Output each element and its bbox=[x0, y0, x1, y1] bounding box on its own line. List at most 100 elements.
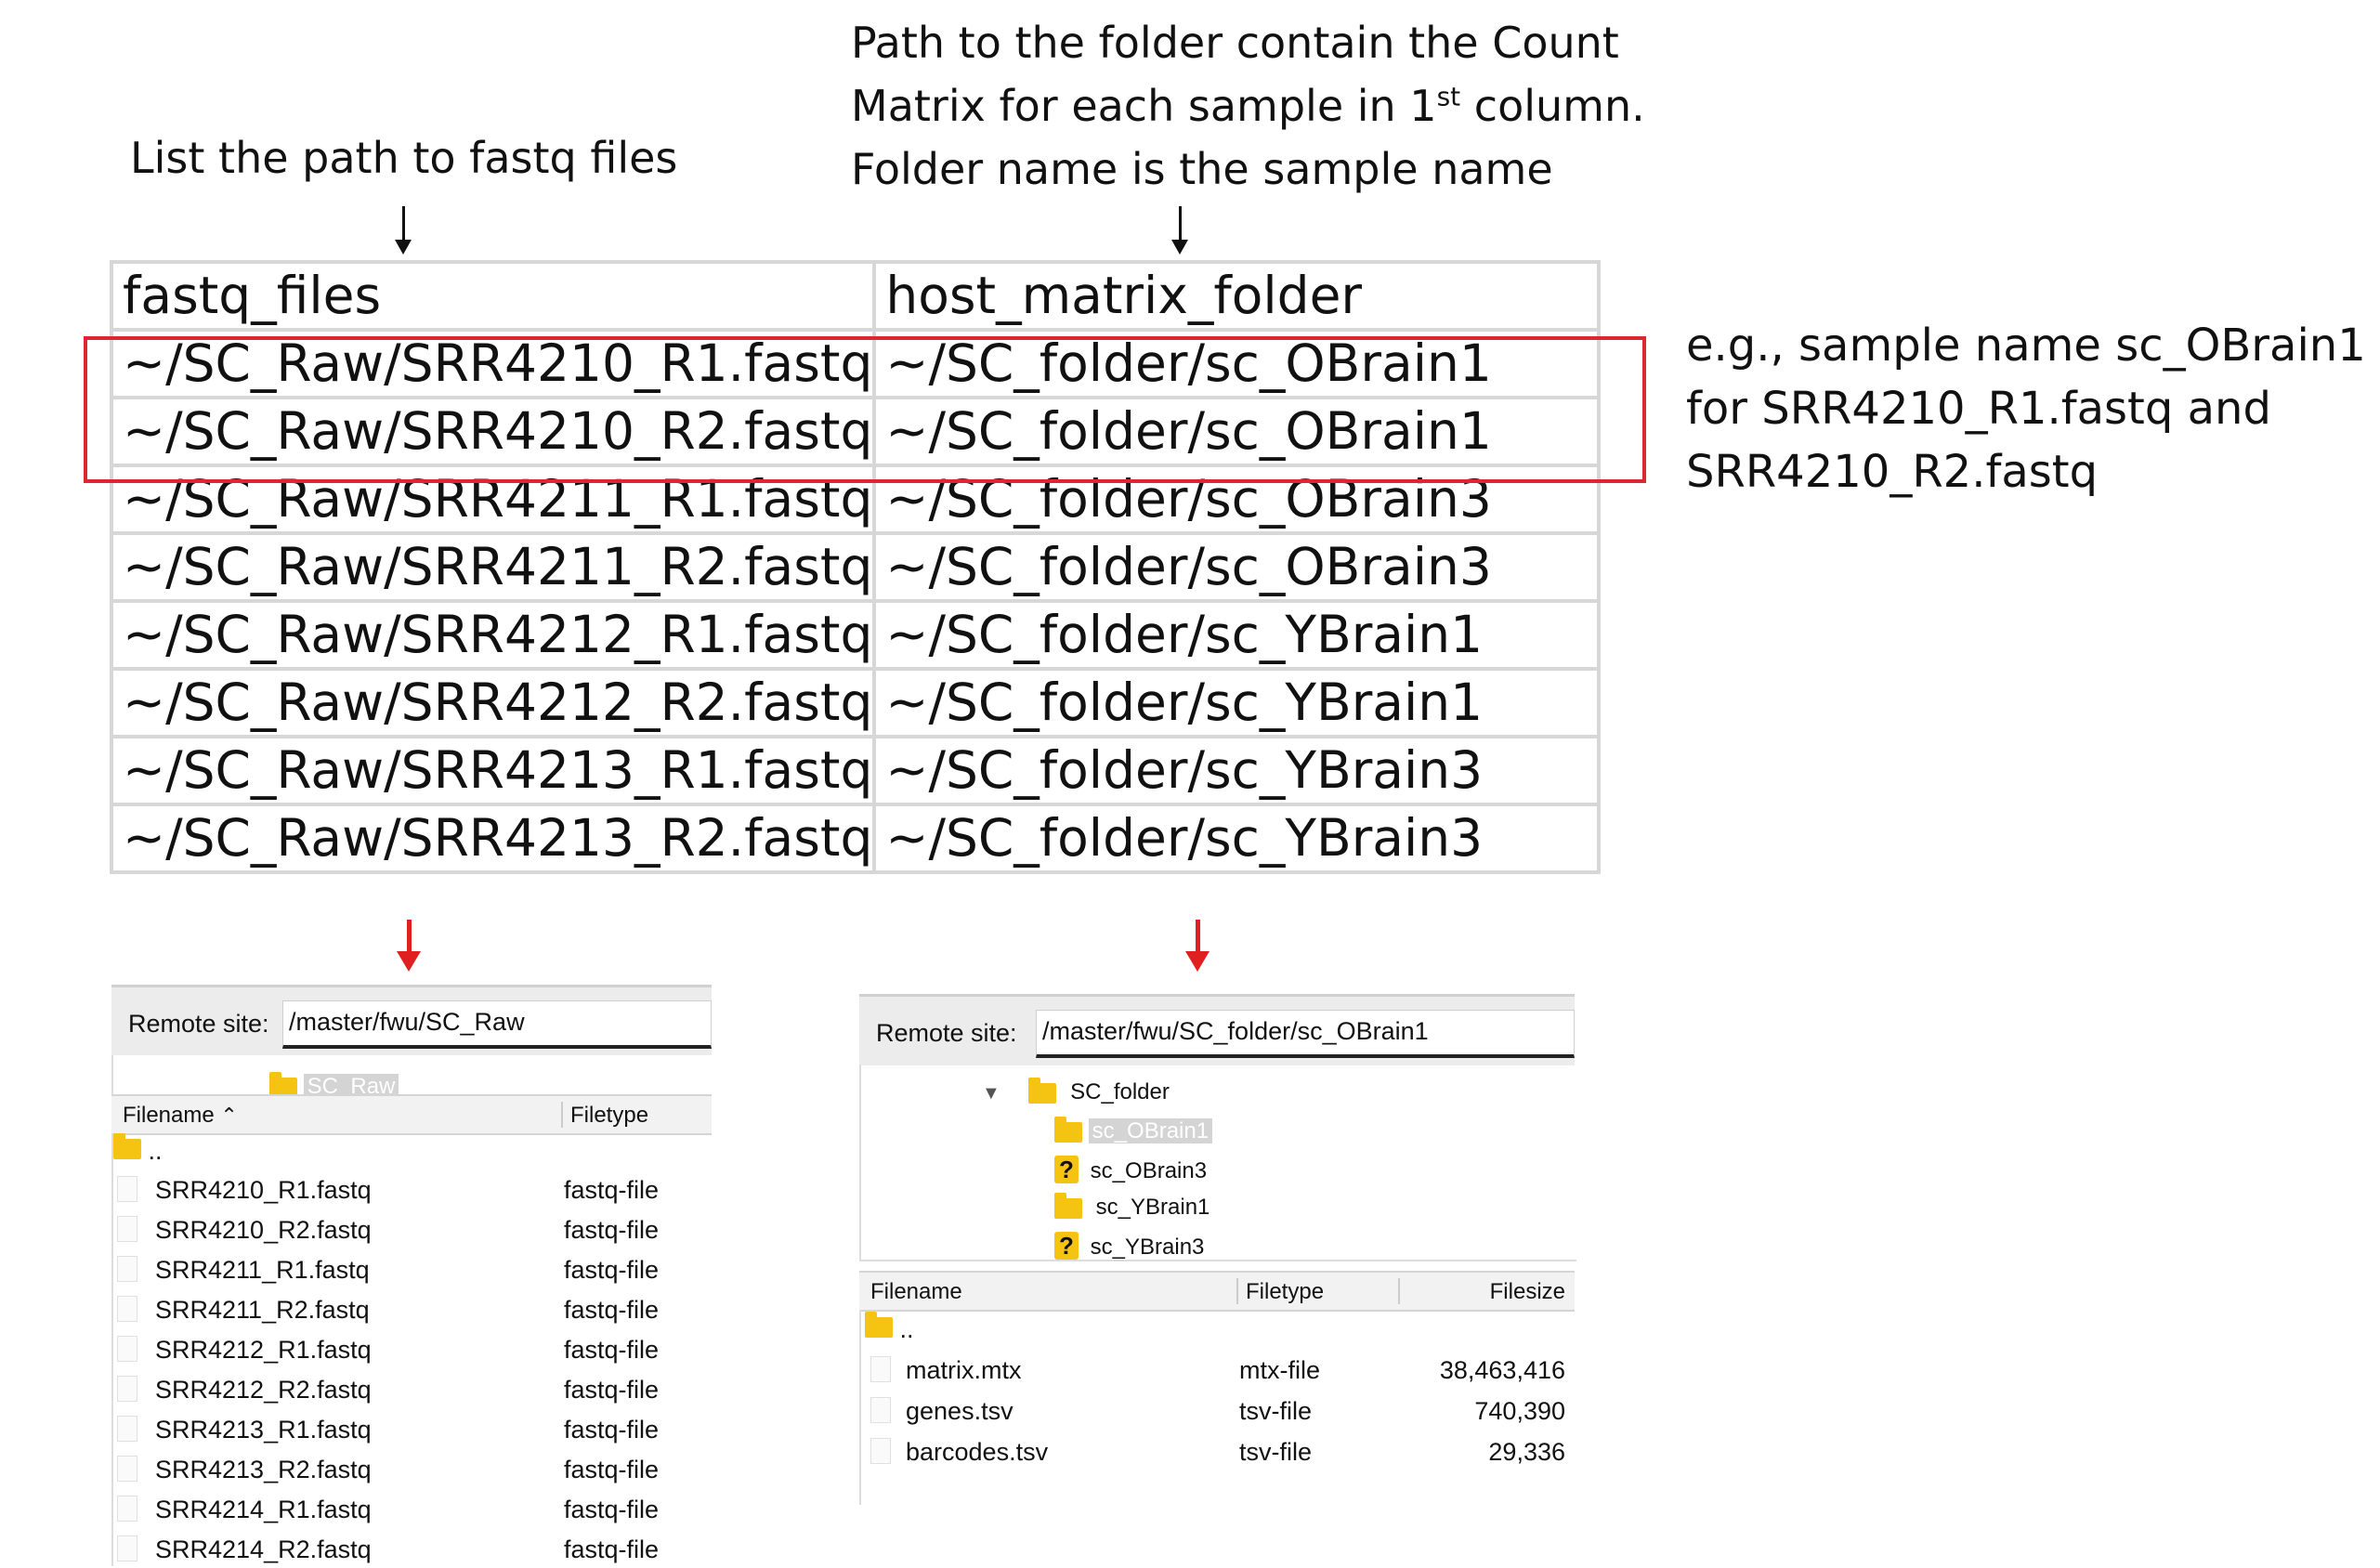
file-name: SRR4210_R1.fastq bbox=[155, 1176, 372, 1204]
tree-root-label: SC_folder bbox=[1070, 1079, 1170, 1104]
right-list-header: Filename Filetype Filesize bbox=[859, 1271, 1575, 1312]
remote-site-input[interactable]: /master/fwu/SC_folder/sc_OBrain1 bbox=[1036, 1010, 1575, 1058]
file-name: SRR4213_R2.fastq bbox=[155, 1456, 372, 1483]
table-cell[interactable]: ~/SC_Raw/SRR4213_R2.fastq bbox=[109, 803, 877, 874]
file-type: fastq-file bbox=[564, 1176, 660, 1204]
table-cell[interactable]: ~/SC_folder/sc_OBrain3 bbox=[872, 531, 1601, 603]
folder-icon bbox=[113, 1133, 141, 1159]
folder-icon bbox=[1054, 1192, 1082, 1219]
file-type: fastq-file bbox=[564, 1296, 660, 1324]
file-icon bbox=[870, 1438, 891, 1464]
tree-root-sc-folder[interactable]: ▼ SC_folder bbox=[982, 1077, 1170, 1105]
remote-site-input[interactable]: /master/fwu/SC_Raw bbox=[282, 1000, 712, 1049]
file-type: tsv-file bbox=[1239, 1438, 1313, 1466]
file-type: mtx-file bbox=[1239, 1356, 1320, 1384]
file-size: 740,390 bbox=[1474, 1397, 1565, 1425]
tree-item-sc-obrain1[interactable]: sc_OBrain1 bbox=[1054, 1116, 1213, 1144]
table-cell[interactable]: ~/SC_folder/sc_YBrain1 bbox=[872, 599, 1601, 671]
tree-item-sc-ybrain3[interactable]: ? sc_YBrain3 bbox=[1054, 1232, 1204, 1261]
file-type: fastq-file bbox=[564, 1456, 660, 1483]
list-item[interactable] bbox=[870, 1356, 891, 1389]
table-cell[interactable]: ~/SC_Raw/SRR4212_R1.fastq bbox=[109, 599, 877, 671]
parent-folder-row[interactable]: .. bbox=[865, 1312, 914, 1344]
column-filename[interactable]: Filename ⌃ bbox=[123, 1103, 238, 1129]
list-item[interactable] bbox=[117, 1535, 137, 1568]
right-file-browser: Remote site: /master/fwu/SC_folder/sc_OB… bbox=[859, 994, 1576, 1505]
right-site-bar: Remote site: /master/fwu/SC_folder/sc_OB… bbox=[859, 994, 1575, 1065]
file-name: matrix.mtx bbox=[906, 1356, 1022, 1384]
file-name: SRR4212_R2.fastq bbox=[155, 1376, 372, 1404]
list-item[interactable] bbox=[117, 1336, 137, 1368]
file-type: tsv-file bbox=[1239, 1397, 1313, 1425]
expand-triangle-icon[interactable]: ▼ bbox=[982, 1083, 1000, 1104]
tree-item-label: sc_OBrain1 bbox=[1088, 1118, 1213, 1143]
table-cell[interactable]: ~/SC_folder/sc_YBrain1 bbox=[872, 667, 1601, 738]
left-file-browser: Remote site: /master/fwu/SC_Raw SC_Raw F… bbox=[111, 985, 713, 1566]
file-type: fastq-file bbox=[564, 1535, 660, 1563]
file-type: fastq-file bbox=[564, 1376, 660, 1404]
list-item[interactable] bbox=[117, 1416, 137, 1448]
unknown-folder-icon: ? bbox=[1054, 1232, 1079, 1260]
right-heading: Path to the folder contain the Count Mat… bbox=[851, 11, 1645, 201]
table-cell[interactable]: ~/SC_Raw/SRR4212_R2.fastq bbox=[109, 667, 877, 738]
file-name: genes.tsv bbox=[906, 1397, 1013, 1425]
file-icon bbox=[117, 1496, 137, 1522]
column-filename[interactable]: Filename bbox=[870, 1279, 962, 1305]
file-icon bbox=[870, 1356, 891, 1382]
file-icon bbox=[870, 1397, 891, 1423]
file-name: SRR4211_R2.fastq bbox=[155, 1296, 370, 1324]
file-name: SRR4212_R1.fastq bbox=[155, 1336, 372, 1364]
file-name: barcodes.tsv bbox=[906, 1438, 1049, 1466]
list-item[interactable] bbox=[117, 1376, 137, 1408]
list-item[interactable] bbox=[117, 1496, 137, 1528]
left-list-header: Filename ⌃ Filetype bbox=[111, 1094, 712, 1135]
file-icon bbox=[117, 1296, 137, 1322]
table-row: ~/SC_Raw/SRR4212_R2.fastq ~/SC_folder/sc_… bbox=[109, 667, 1601, 738]
list-item[interactable] bbox=[117, 1456, 137, 1488]
file-icon bbox=[117, 1456, 137, 1482]
side-note-line1: e.g., sample name sc_OBrain1 bbox=[1686, 320, 2366, 372]
file-name: SRR4210_R2.fastq bbox=[155, 1216, 372, 1244]
table-row: ~/SC_Raw/SRR4213_R1.fastq ~/SC_folder/sc_… bbox=[109, 735, 1601, 806]
list-item[interactable] bbox=[117, 1176, 137, 1209]
file-type: fastq-file bbox=[564, 1256, 660, 1284]
remote-site-label: Remote site: bbox=[876, 1019, 1017, 1047]
file-name: SRR4211_R1.fastq bbox=[155, 1256, 370, 1284]
table-cell[interactable]: ~/SC_Raw/SRR4213_R1.fastq bbox=[109, 735, 877, 806]
column-filetype[interactable]: Filetype bbox=[570, 1103, 648, 1129]
left-file-list: .. SRR4210_R1.fastq fastq-file SRR4210_R… bbox=[111, 1133, 713, 1566]
column-divider[interactable] bbox=[561, 1102, 563, 1128]
table-row: ~/SC_Raw/SRR4211_R2.fastq ~/SC_folder/sc_… bbox=[109, 531, 1601, 603]
file-type: fastq-file bbox=[564, 1216, 660, 1244]
tree-item-sc-ybrain1[interactable]: sc_YBrain1 bbox=[1054, 1192, 1210, 1221]
tree-item-label: sc_YBrain3 bbox=[1090, 1235, 1205, 1260]
file-name: SRR4214_R2.fastq bbox=[155, 1535, 372, 1563]
table-cell[interactable]: ~/SC_Raw/SRR4211_R2.fastq bbox=[109, 531, 877, 603]
list-item[interactable] bbox=[870, 1397, 891, 1430]
parent-folder-row[interactable]: .. bbox=[113, 1133, 163, 1166]
list-item[interactable] bbox=[117, 1296, 137, 1328]
left-site-bar: Remote site: /master/fwu/SC_Raw bbox=[111, 985, 712, 1056]
highlight-box bbox=[84, 336, 1646, 483]
column-filetype[interactable]: Filetype bbox=[1246, 1279, 1324, 1305]
side-note-line2: for SRR4210_R1.fastq and bbox=[1686, 383, 2271, 435]
list-item[interactable] bbox=[117, 1256, 137, 1288]
list-item[interactable] bbox=[870, 1438, 891, 1470]
file-icon bbox=[117, 1535, 137, 1561]
table-cell[interactable]: ~/SC_folder/sc_YBrain3 bbox=[872, 735, 1601, 806]
column-divider[interactable] bbox=[1236, 1278, 1238, 1304]
file-icon bbox=[117, 1416, 137, 1442]
file-icon bbox=[117, 1176, 137, 1202]
file-icon bbox=[117, 1256, 137, 1282]
column-divider[interactable] bbox=[1398, 1278, 1400, 1304]
file-type: fastq-file bbox=[564, 1416, 660, 1444]
list-item[interactable] bbox=[117, 1216, 137, 1248]
right-heading-line2: Matrix for each sample in 1st column. bbox=[851, 81, 1645, 131]
tree-item-sc-obrain3[interactable]: ? sc_OBrain3 bbox=[1054, 1156, 1207, 1184]
header-fastq-files[interactable]: fastq_files bbox=[109, 260, 877, 332]
header-host-matrix-folder[interactable]: host_matrix_folder bbox=[872, 260, 1601, 332]
folder-icon bbox=[1054, 1116, 1082, 1143]
file-size: 38,463,416 bbox=[1439, 1356, 1565, 1384]
table-cell[interactable]: ~/SC_folder/sc_YBrain3 bbox=[872, 803, 1601, 874]
column-filesize[interactable]: Filesize bbox=[1490, 1279, 1565, 1305]
